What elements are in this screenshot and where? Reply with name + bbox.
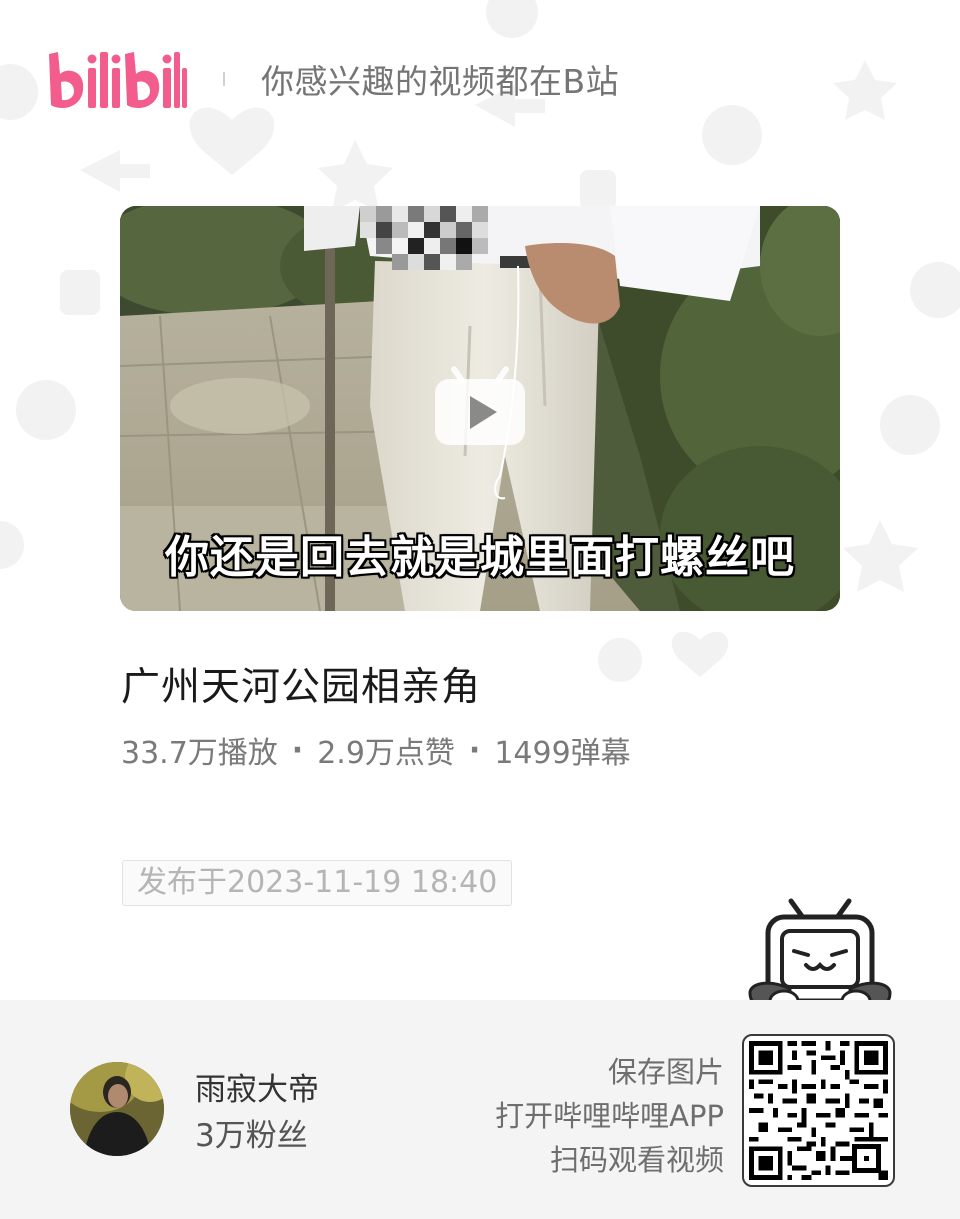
cta-line: 扫码观看视频: [549, 1143, 724, 1177]
qr-code-image: [749, 1041, 888, 1180]
header: 你感兴趣的视频都在B站: [45, 44, 619, 114]
share-card: 你感兴趣的视频都在B站 你还是回去就是城里面打螺丝吧 广州天河公园相亲角 33.…: [0, 0, 960, 1219]
danmaku-count: 1499弹幕: [494, 736, 631, 771]
video-stats: 33.7万播放 · 2.9万点赞 · 1499弹幕: [121, 728, 631, 772]
publish-date: 发布于2023-11-19 18:40: [122, 860, 513, 906]
header-divider: [223, 72, 225, 86]
like-count: 2.9万点赞: [317, 736, 455, 771]
qr-instructions: 保存图片 打开哔哩哔哩APP 扫码观看视频: [495, 1050, 724, 1182]
slogan: 你感兴趣的视频都在B站: [261, 62, 620, 101]
cta-line: 打开哔哩哔哩APP: [495, 1099, 724, 1133]
bilibili-tv-play-icon[interactable]: [435, 363, 525, 445]
footer: 雨寂大帝 3万粉丝 保存图片 打开哔哩哔哩APP 扫码观看视频: [0, 1000, 960, 1219]
video-subtitle: 你还是回去就是城里面打螺丝吧: [165, 532, 795, 583]
bilibili-logo[interactable]: [45, 44, 187, 114]
view-count: 33.7万播放: [121, 736, 278, 771]
video-card[interactable]: 你还是回去就是城里面打螺丝吧: [120, 206, 840, 611]
video-title[interactable]: 广州天河公园相亲角: [121, 656, 481, 712]
stats-separator: ·: [291, 732, 304, 768]
qr-code[interactable]: [742, 1034, 895, 1187]
uploader-name[interactable]: 雨寂大帝: [195, 1064, 319, 1109]
follower-count: 3万粉丝: [195, 1118, 308, 1154]
cta-line: 保存图片: [607, 1055, 724, 1089]
stats-separator: ·: [468, 732, 481, 768]
avatar[interactable]: [70, 1062, 164, 1156]
avatar-image: [70, 1062, 164, 1156]
